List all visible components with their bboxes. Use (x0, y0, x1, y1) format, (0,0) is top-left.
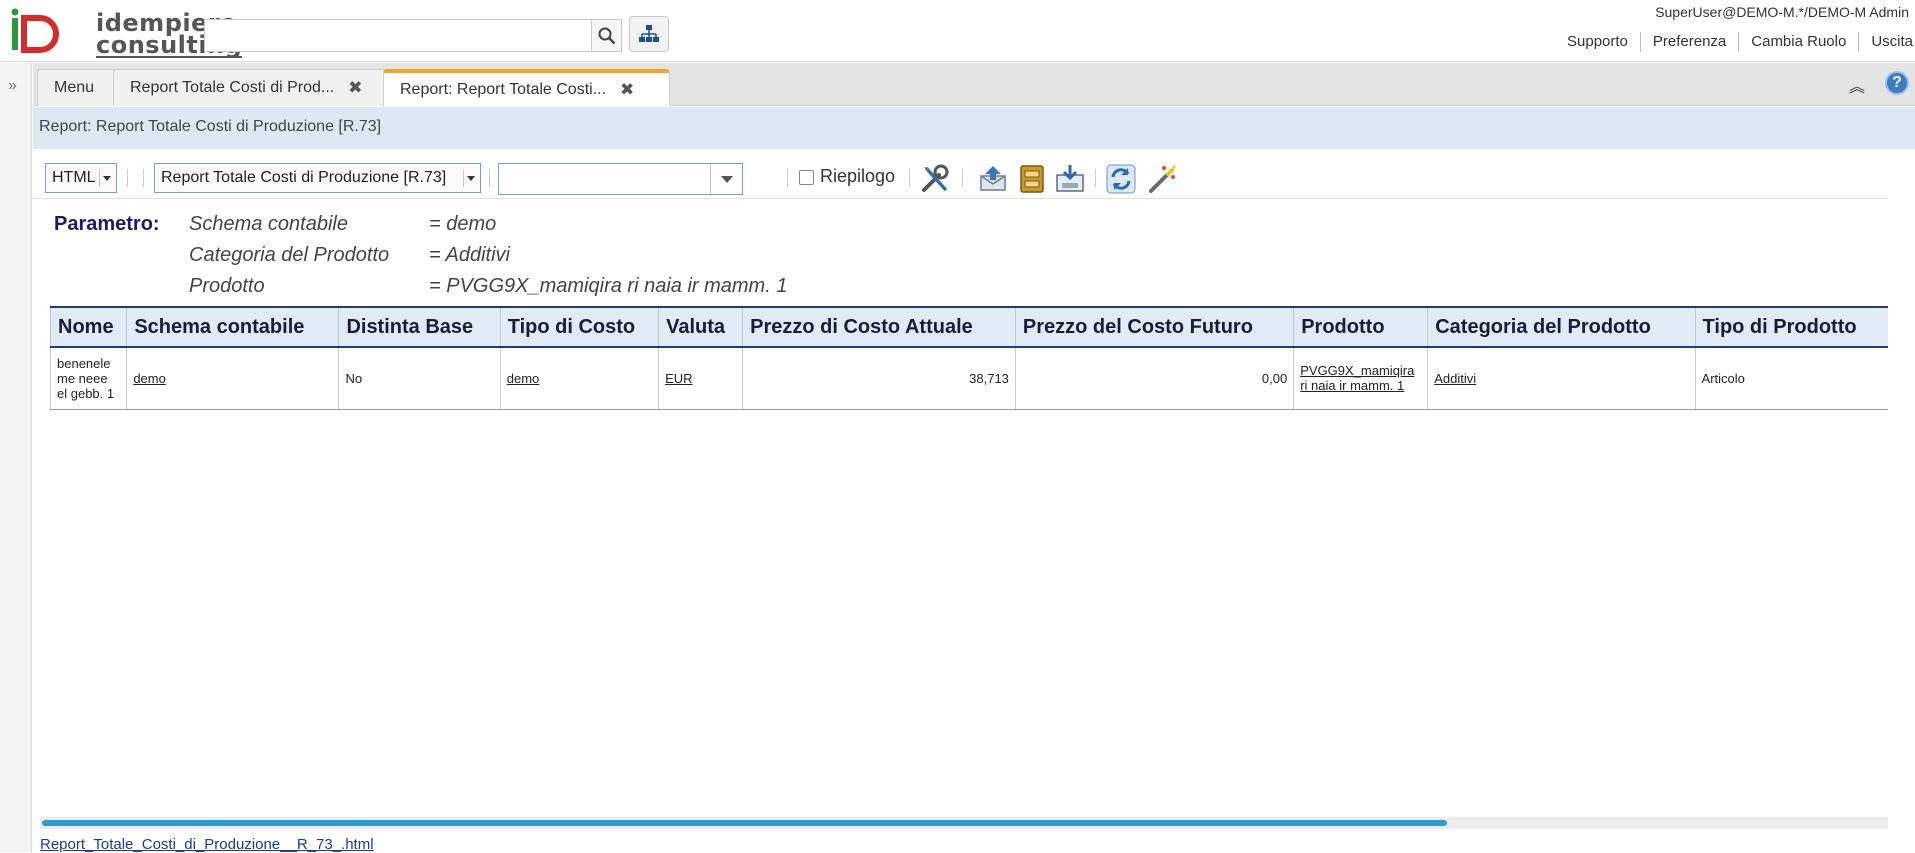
column-header[interactable]: Distinta Base (338, 306, 501, 348)
parameter-value: = Additivi (429, 244, 510, 266)
category-link[interactable]: Additivi (1434, 371, 1476, 386)
help-icon[interactable]: ? (1885, 71, 1909, 95)
column-header[interactable]: Schema contabile (126, 306, 339, 348)
parameter-name: Prodotto (189, 275, 265, 297)
column-header[interactable]: Tipo di Prodotto (1694, 306, 1888, 348)
report-viewport: Parametro: Schema contabile = demo Catego… (0, 0, 1888, 852)
cell-tipo-prodotto: Articolo (1694, 347, 1888, 410)
report-table: Nome Schema contabile Distinta Base Tipo… (49, 306, 1888, 410)
column-header[interactable]: Prezzo del Costo Futuro (1014, 306, 1294, 348)
cell-prezzo-attuale: 38,713 (742, 347, 1016, 410)
product-link[interactable]: PVGG9X_mamiqira ri naia ir mamm. 1 (1300, 363, 1414, 393)
column-header[interactable]: Tipo di Costo (499, 306, 659, 348)
parameters-label: Parametro: (54, 213, 160, 235)
cell-prezzo-futuro: 0,00 (1014, 347, 1294, 410)
column-header[interactable]: Valuta (658, 306, 743, 348)
horizontal-scrollbar[interactable] (40, 817, 1888, 829)
currency-link[interactable]: EUR (665, 371, 692, 386)
parameter-row: Categoria del Prodotto = Additivi (189, 244, 510, 267)
column-header[interactable]: Prezzo di Costo Attuale (742, 306, 1016, 348)
parameter-row: Schema contabile = demo (189, 213, 496, 236)
column-header[interactable]: Nome (49, 306, 127, 348)
cell-categoria: Additivi (1427, 347, 1696, 410)
schema-link[interactable]: demo (133, 371, 166, 386)
cell-prodotto: PVGG9X_mamiqira ri naia ir mamm. 1 (1293, 347, 1428, 410)
parameter-value: = PVGG9X_mamiqira ri naia ir mamm. 1 (429, 275, 788, 297)
parameter-name: Categoria del Prodotto (189, 244, 390, 266)
cell-schema: demo (126, 347, 339, 410)
parameter-name: Schema contabile (189, 213, 348, 235)
cell-valuta: EUR (658, 347, 743, 410)
cell-nome: benenele me neee el gebb. 1 (49, 347, 127, 410)
cost-type-link[interactable]: demo (507, 371, 540, 386)
parameter-row: Prodotto = PVGG9X_mamiqira ri naia ir mam… (189, 275, 787, 298)
column-header[interactable]: Prodotto (1293, 306, 1428, 348)
parameter-value: = demo (429, 213, 497, 235)
cell-tipo-costo: demo (499, 347, 659, 410)
scrollbar-thumb[interactable] (42, 820, 1447, 826)
column-header[interactable]: Categoria del Prodotto (1427, 306, 1696, 348)
table-row: benenele me neee el gebb. 1 demo No demo… (49, 347, 1888, 410)
table-header-row: Nome Schema contabile Distinta Base Tipo… (49, 306, 1888, 348)
report-file-link[interactable]: Report_Totale_Costi_di_Produzione__R_73_… (40, 836, 374, 853)
cell-distinta: No (338, 347, 501, 410)
